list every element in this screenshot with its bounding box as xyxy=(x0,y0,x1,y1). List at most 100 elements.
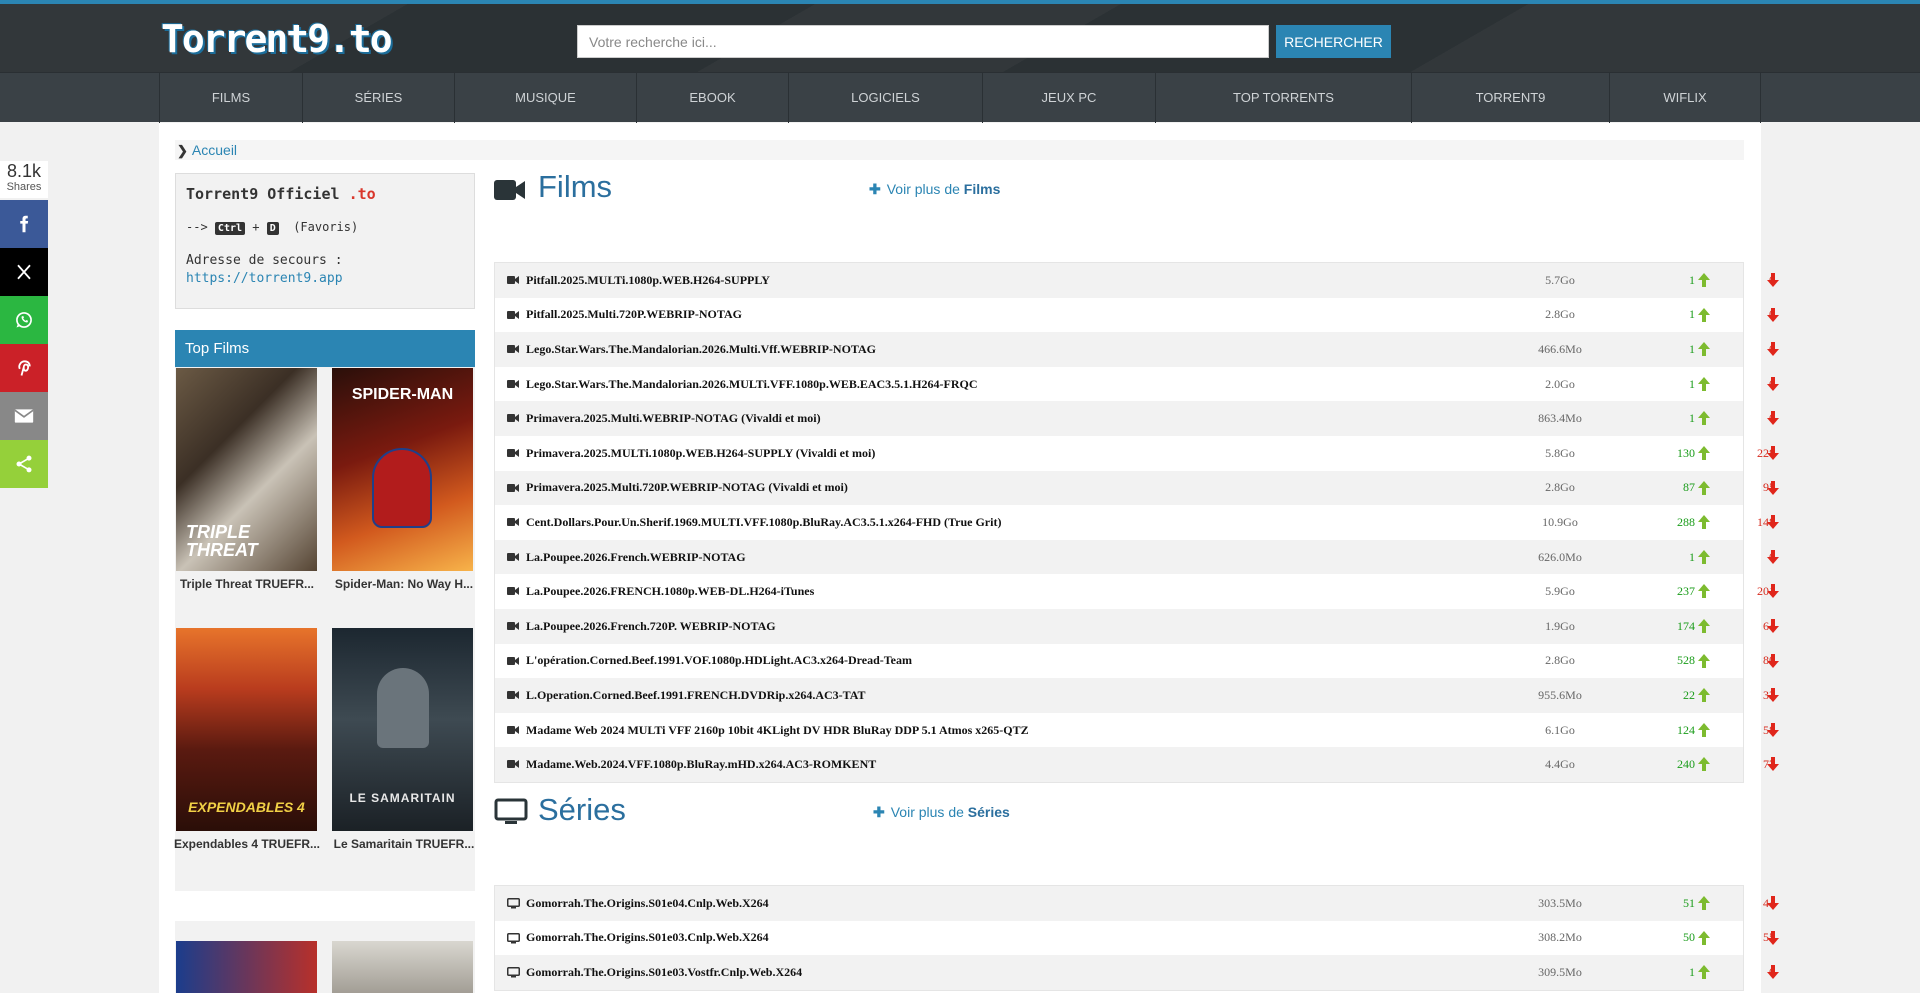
chevron-right-icon: ❯ xyxy=(177,143,188,158)
torrent-size: 863.4Mo xyxy=(1538,411,1582,426)
torrent-name-link[interactable]: Lego.Star.Wars.The.Mandalorian.2026.Mult… xyxy=(526,342,876,357)
torrent-size: 1.9Go xyxy=(1545,618,1575,633)
top-films-heading: Top Films xyxy=(175,330,475,367)
torrent-name-link[interactable]: Lego.Star.Wars.The.Mandalorian.2026.MULT… xyxy=(526,377,978,392)
x-icon xyxy=(17,264,31,280)
films-table: Pitfall.2025.MULTi.1080p.WEB.H264-SUPPLY… xyxy=(494,262,1779,783)
nav-ebook[interactable]: EBOOK xyxy=(636,73,788,123)
torrent-row[interactable]: La.Poupee.2026.French.720P. WEBRIP-NOTAG… xyxy=(495,608,1779,644)
share-more-button[interactable] xyxy=(0,440,48,488)
site-logo[interactable]: Torrent9.to xyxy=(161,17,393,61)
video-camera-icon xyxy=(507,379,519,388)
backup-url-link[interactable]: https://torrent9.app xyxy=(186,271,464,286)
torrent-row[interactable]: La.Poupee.2026.French.WEBRIP-NOTAG 626.0M… xyxy=(495,539,1779,575)
torrent-row[interactable]: Pitfall.2025.Multi.720P.WEBRIP-NOTAG 2.8G… xyxy=(495,297,1779,333)
torrent-name-link[interactable]: Gomorrah.The.Origins.S01e04.Cnlp.Web.X26… xyxy=(526,896,769,911)
torrent-name-link[interactable]: Gomorrah.The.Origins.S01e03.Vostfr.Cnlp.… xyxy=(526,965,802,980)
x-share-button[interactable] xyxy=(0,248,48,296)
poster-partial[interactable] xyxy=(332,941,473,993)
nav-jeux-pc[interactable]: JEUX PC xyxy=(982,73,1155,123)
torrent-name-link[interactable]: Pitfall.2025.MULTi.1080p.WEB.H264-SUPPLY xyxy=(526,273,770,288)
torrent-seeders: 22 xyxy=(1683,687,1695,702)
share-count: 8.1k Shares xyxy=(0,161,48,198)
torrent-name-link[interactable]: Madame.Web.2024.VFF.1080p.BluRay.mHD.x26… xyxy=(526,757,876,772)
torrent-row[interactable]: Primavera.2025.Multi.720P.WEBRIP-NOTAG (… xyxy=(495,470,1779,506)
arrow-up-icon xyxy=(1698,584,1710,599)
nav-logiciels[interactable]: LOGICIELS xyxy=(788,73,982,123)
video-camera-icon xyxy=(507,725,519,734)
voir-plus-films-link[interactable]: ✚ Voir plus de Films xyxy=(869,181,1000,198)
nav-films[interactable]: FILMS xyxy=(159,73,302,123)
torrent-name-link[interactable]: Madame Web 2024 MULTi VFF 2160p 10bit 4K… xyxy=(526,723,1029,738)
official-info-box: Torrent9 Officiel .to --> Ctrl + D (Favo… xyxy=(175,173,475,309)
torrent-name-link[interactable]: Primavera.2025.Multi.720P.WEBRIP-NOTAG (… xyxy=(526,480,848,495)
torrent-seeders: 1 xyxy=(1689,549,1695,564)
email-share-button[interactable] xyxy=(0,392,48,440)
torrent-row[interactable]: Madame Web 2024 MULTi VFF 2160p 10bit 4K… xyxy=(495,712,1779,748)
poster-title[interactable]: Le Samaritain TRUEFR... xyxy=(330,837,478,851)
official-title: Torrent9 Officiel .to xyxy=(186,185,376,203)
torrent-name-link[interactable]: Pitfall.2025.Multi.720P.WEBRIP-NOTAG xyxy=(526,307,742,322)
torrent-seeders: 50 xyxy=(1683,930,1695,945)
video-camera-icon xyxy=(507,552,519,561)
torrent-name-link[interactable]: La.Poupee.2026.French.WEBRIP-NOTAG xyxy=(526,550,746,565)
whatsapp-share-button[interactable] xyxy=(0,296,48,344)
poster-expendables-4[interactable]: EXPENDABLES 4 xyxy=(176,628,317,831)
torrent-name-link[interactable]: Primavera.2025.Multi.WEBRIP-NOTAG (Vival… xyxy=(526,411,821,426)
poster-partial[interactable] xyxy=(176,941,317,993)
nav-wiflix[interactable]: WIFLIX xyxy=(1609,73,1761,123)
torrent-row[interactable]: Gomorrah.The.Origins.S01e04.Cnlp.Web.X26… xyxy=(495,886,1779,921)
torrent-name-link[interactable]: La.Poupee.2026.French.720P. WEBRIP-NOTAG xyxy=(526,619,776,634)
torrent-seeders: 87 xyxy=(1683,480,1695,495)
torrent-seeders: 1 xyxy=(1689,341,1695,356)
poster-triple-threat[interactable]: TRIPLE THREAT xyxy=(176,368,317,571)
torrent-seeders: 528 xyxy=(1677,653,1695,668)
nav-top-torrents[interactable]: TOP TORRENTS xyxy=(1155,73,1411,123)
torrent-seeders: 51 xyxy=(1683,895,1695,910)
torrent-row[interactable]: L.Operation.Corned.Beef.1991.FRENCH.DVDR… xyxy=(495,678,1779,713)
torrent-row[interactable]: Gomorrah.The.Origins.S01e03.Vostfr.Cnlp.… xyxy=(495,955,1779,990)
arrow-up-icon xyxy=(1698,273,1710,287)
torrent-name-link[interactable]: Cent.Dollars.Pour.Un.Sherif.1969.MULTI.V… xyxy=(526,515,1001,530)
arrow-down-icon xyxy=(1767,618,1779,633)
poster-spider-man[interactable]: SPIDER-MAN xyxy=(332,368,473,571)
torrent-row[interactable]: Pitfall.2025.MULTi.1080p.WEB.H264-SUPPLY… xyxy=(495,263,1779,298)
pinterest-share-button[interactable] xyxy=(0,344,48,392)
arrow-up-icon xyxy=(1698,688,1710,703)
nav-musique[interactable]: MUSIQUE xyxy=(454,73,636,123)
poster-title[interactable]: Triple Threat TRUEFR... xyxy=(173,577,321,591)
torrent-name-link[interactable]: L.Operation.Corned.Beef.1991.FRENCH.DVDR… xyxy=(526,688,866,703)
poster-title[interactable]: Spider-Man: No Way H... xyxy=(330,577,478,591)
facebook-share-button[interactable] xyxy=(0,200,48,248)
torrent-size: 309.5Mo xyxy=(1538,964,1582,979)
arrow-up-icon xyxy=(1698,480,1710,495)
ctrl-key: Ctrl xyxy=(214,222,246,235)
arrow-up-icon xyxy=(1698,515,1710,530)
voir-plus-series-link[interactable]: ✚ Voir plus de Séries xyxy=(873,804,1010,821)
torrent-row[interactable]: Madame.Web.2024.VFF.1080p.BluRay.mHD.x26… xyxy=(495,747,1779,782)
torrent-row[interactable]: Cent.Dollars.Pour.Un.Sherif.1969.MULTI.V… xyxy=(495,505,1779,540)
torrent-row[interactable]: La.Poupee.2026.FRENCH.1080p.WEB-DL.H264-… xyxy=(495,574,1779,609)
nav-series[interactable]: SÉRIES xyxy=(302,73,454,123)
nav-torrent9[interactable]: TORRENT9 xyxy=(1411,73,1609,123)
torrent-name-link[interactable]: La.Poupee.2026.FRENCH.1080p.WEB-DL.H264-… xyxy=(526,584,814,599)
torrent-name-link[interactable]: Gomorrah.The.Origins.S01e03.Cnlp.Web.X26… xyxy=(526,930,769,945)
torrent-row[interactable]: Primavera.2025.MULTi.1080p.WEB.H264-SUPP… xyxy=(495,435,1779,471)
torrent-name-link[interactable]: L'opération.Corned.Beef.1991.VOF.1080p.H… xyxy=(526,653,912,668)
breadcrumb-home-link[interactable]: Accueil xyxy=(192,142,237,158)
poster-title[interactable]: Expendables 4 TRUEFR... xyxy=(173,837,321,851)
torrent-row[interactable]: L'opération.Corned.Beef.1991.VOF.1080p.H… xyxy=(495,643,1779,679)
torrent-seeders: 237 xyxy=(1677,584,1695,599)
arrow-down-icon xyxy=(1767,930,1779,945)
torrent-row[interactable]: Lego.Star.Wars.The.Mandalorian.2026.MULT… xyxy=(495,366,1779,402)
video-camera-icon xyxy=(507,691,519,700)
search-button[interactable]: RECHERCHER xyxy=(1276,25,1391,58)
share-count-number: 8.1k xyxy=(6,161,42,181)
arrow-down-icon xyxy=(1767,722,1779,737)
torrent-row[interactable]: Primavera.2025.Multi.WEBRIP-NOTAG (Vival… xyxy=(495,401,1779,436)
search-input[interactable] xyxy=(577,25,1269,58)
torrent-row[interactable]: Lego.Star.Wars.The.Mandalorian.2026.Mult… xyxy=(495,332,1779,367)
poster-le-samaritain[interactable]: LE SAMARITAIN xyxy=(332,628,473,831)
torrent-name-link[interactable]: Primavera.2025.MULTi.1080p.WEB.H264-SUPP… xyxy=(526,446,875,461)
torrent-row[interactable]: Gomorrah.The.Origins.S01e03.Cnlp.Web.X26… xyxy=(495,920,1779,956)
